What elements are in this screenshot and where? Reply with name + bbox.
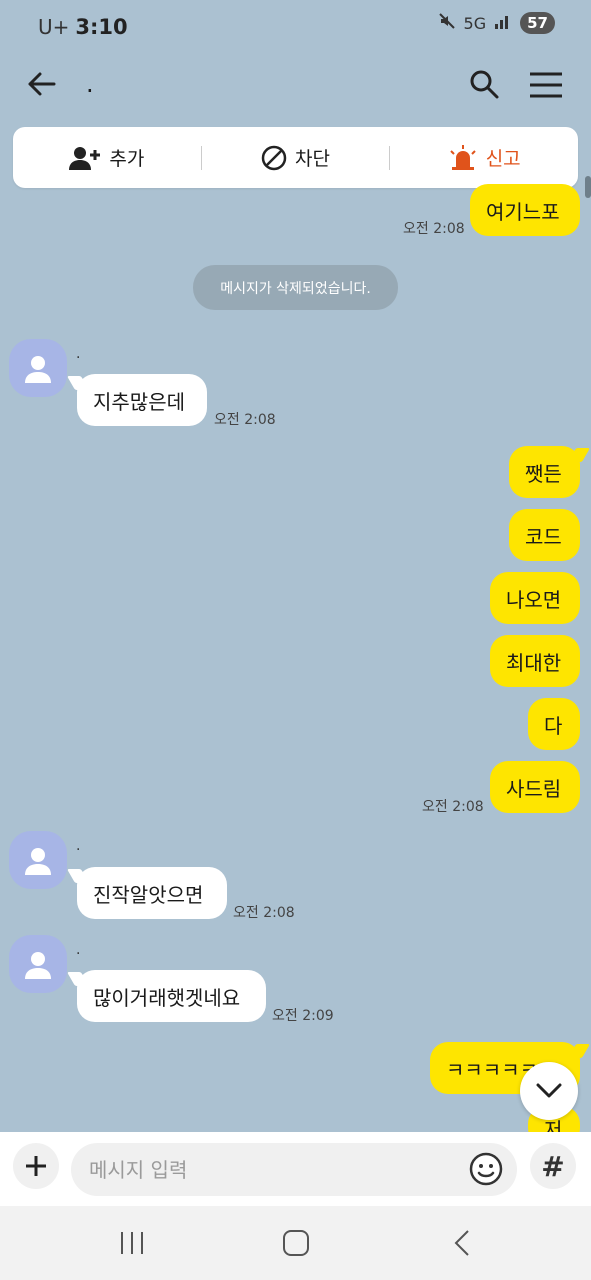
status-time: 3:10: [75, 15, 128, 39]
chat-title: .: [86, 70, 94, 98]
person-icon: [25, 952, 51, 979]
message-time: 오전 2:09: [272, 1008, 334, 1024]
recent-apps-icon: [121, 1232, 143, 1254]
message-bubble-mine[interactable]: 여기느포: [470, 184, 580, 236]
back-chevron-icon: [454, 1230, 469, 1256]
message-input-bar: #: [0, 1132, 591, 1206]
avatar[interactable]: [9, 339, 67, 397]
scroll-to-bottom-button[interactable]: [520, 1062, 578, 1120]
message-bubble-theirs[interactable]: 많이거래햇겟네요: [77, 970, 266, 1022]
report-button[interactable]: 신고: [390, 144, 578, 171]
signal-icon: [494, 13, 512, 33]
hashtag-icon: #: [541, 1149, 565, 1183]
home-icon: [283, 1230, 309, 1256]
system-nav-bar: [0, 1206, 591, 1280]
avatar[interactable]: [9, 831, 67, 889]
menu-icon: [530, 72, 562, 98]
message-bubble-mine[interactable]: 사드림: [490, 761, 580, 813]
avatar[interactable]: [9, 935, 67, 993]
attach-button[interactable]: [13, 1143, 59, 1189]
message-bubble-theirs[interactable]: 진작알앗으면: [77, 867, 227, 919]
message-time: 오전 2:08: [233, 905, 295, 921]
chevron-down-icon: [536, 1083, 562, 1098]
message-bubble-mine[interactable]: 쨋든: [509, 446, 580, 498]
message-bubble-mine[interactable]: 코드: [509, 509, 580, 561]
block-icon: [261, 145, 287, 170]
person-icon: [25, 356, 51, 383]
search-icon: [470, 70, 499, 99]
status-icons: 5G 57: [438, 12, 555, 34]
back-nav-button[interactable]: [442, 1228, 482, 1258]
back-arrow-icon: [28, 72, 56, 96]
add-friend-label: 추가: [109, 148, 145, 170]
friend-action-bar: 추가 차단 신고: [13, 127, 578, 188]
network-label: 5G: [463, 13, 487, 33]
message-bubble-mine[interactable]: 다: [528, 698, 580, 750]
add-friend-button[interactable]: 추가: [13, 144, 201, 171]
emoji-button[interactable]: [467, 1150, 505, 1188]
scrollbar-thumb[interactable]: [585, 176, 591, 198]
siren-icon: [449, 144, 476, 170]
battery-badge: 57: [520, 12, 555, 34]
block-label: 차단: [295, 148, 330, 170]
message-bubble-theirs[interactable]: 지추많은데: [77, 374, 207, 426]
home-button[interactable]: [276, 1228, 316, 1258]
block-button[interactable]: 차단: [202, 144, 390, 171]
sender-name: .: [76, 942, 81, 958]
message-time: 오전 2:08: [214, 412, 276, 428]
sender-name: .: [76, 346, 81, 362]
person-icon: [25, 848, 51, 875]
plus-icon: [26, 1156, 46, 1176]
carrier-label: U+: [38, 15, 70, 39]
sender-name: .: [76, 838, 81, 854]
menu-button[interactable]: [528, 70, 564, 100]
hashtag-button[interactable]: #: [530, 1143, 576, 1189]
recent-apps-button[interactable]: [114, 1228, 154, 1258]
system-message: 메시지가 삭제되었습니다.: [193, 265, 398, 310]
message-bubble-mine[interactable]: 최대한: [490, 635, 580, 687]
status-bar: U+ 3:10 5G 57: [0, 0, 591, 54]
chat-header: .: [0, 54, 591, 116]
back-button[interactable]: [24, 66, 64, 102]
message-bubble-mine[interactable]: 나오면: [490, 572, 580, 624]
message-time: 오전 2:08: [403, 221, 465, 237]
add-person-icon: [69, 146, 101, 170]
search-button[interactable]: [468, 68, 500, 100]
report-label: 신고: [485, 148, 521, 170]
message-time: 오전 2:08: [422, 799, 484, 815]
message-input[interactable]: [71, 1143, 517, 1196]
emoticon-icon: [469, 1152, 503, 1186]
mute-icon: [438, 12, 456, 34]
